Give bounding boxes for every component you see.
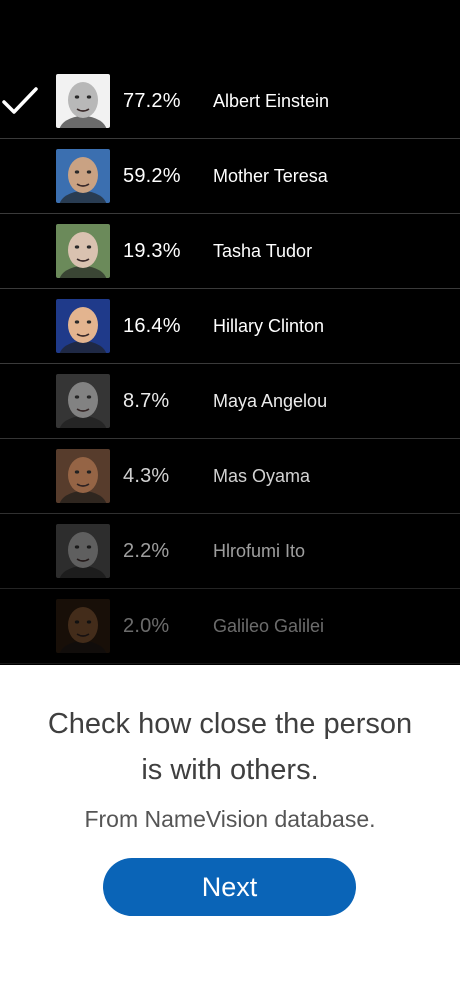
tudor-portrait xyxy=(56,224,110,278)
similarity-percent: 59.2% xyxy=(123,165,181,187)
caption-line-2: is with others. xyxy=(141,754,319,786)
galilei-portrait xyxy=(56,599,110,653)
list-item[interactable]: 2.0% Galileo Galilei xyxy=(0,589,460,664)
person-name: Mother Teresa xyxy=(213,166,328,186)
list-item[interactable]: 16.4% Hillary Clinton xyxy=(0,289,460,364)
similarity-percent: 2.0% xyxy=(123,615,170,637)
person-name: Albert Einstein xyxy=(213,91,330,111)
list-item[interactable]: 77.2% Albert Einstein xyxy=(0,64,460,139)
similarity-percent: 8.7% xyxy=(123,390,170,412)
ito-portrait xyxy=(56,524,110,578)
person-name: Maya Angelou xyxy=(213,391,328,411)
list-item[interactable]: 8.7% Maya Angelou xyxy=(0,364,460,439)
person-name: Tasha Tudor xyxy=(213,241,313,261)
checkmark-icon xyxy=(2,87,38,114)
similarity-percent: 16.4% xyxy=(123,315,181,337)
person-name: Galileo Galilei xyxy=(213,616,325,636)
clinton-portrait xyxy=(56,299,110,353)
angelou-portrait xyxy=(56,374,110,428)
next-button[interactable]: Next xyxy=(103,858,356,916)
person-name: Mas Oyama xyxy=(213,466,311,486)
einstein-portrait xyxy=(56,74,110,128)
list-item[interactable]: 59.2% Mother Teresa xyxy=(0,139,460,214)
oyama-portrait xyxy=(56,449,110,503)
caption-line-1: Check how close the person xyxy=(47,708,413,740)
person-name: Hillary Clinton xyxy=(213,316,325,336)
list-item[interactable]: 2.2% Hlrofumi Ito xyxy=(0,514,460,589)
similarity-percent: 4.3% xyxy=(123,465,170,487)
caption-source: From NameVision database. xyxy=(84,806,376,832)
list-item[interactable]: 19.3% Tasha Tudor xyxy=(0,214,460,289)
similarity-list: 77.2% Albert Einstein 59.2% Mother Teresa 19… xyxy=(0,0,460,665)
person-name: Hlrofumi Ito xyxy=(213,541,306,561)
similarity-percent: 19.3% xyxy=(123,240,181,262)
similarity-percent: 2.2% xyxy=(123,540,170,562)
similarity-percent: 77.2% xyxy=(123,90,181,112)
list-item[interactable]: 4.3% Mas Oyama xyxy=(0,439,460,514)
teresa-portrait xyxy=(56,149,110,203)
